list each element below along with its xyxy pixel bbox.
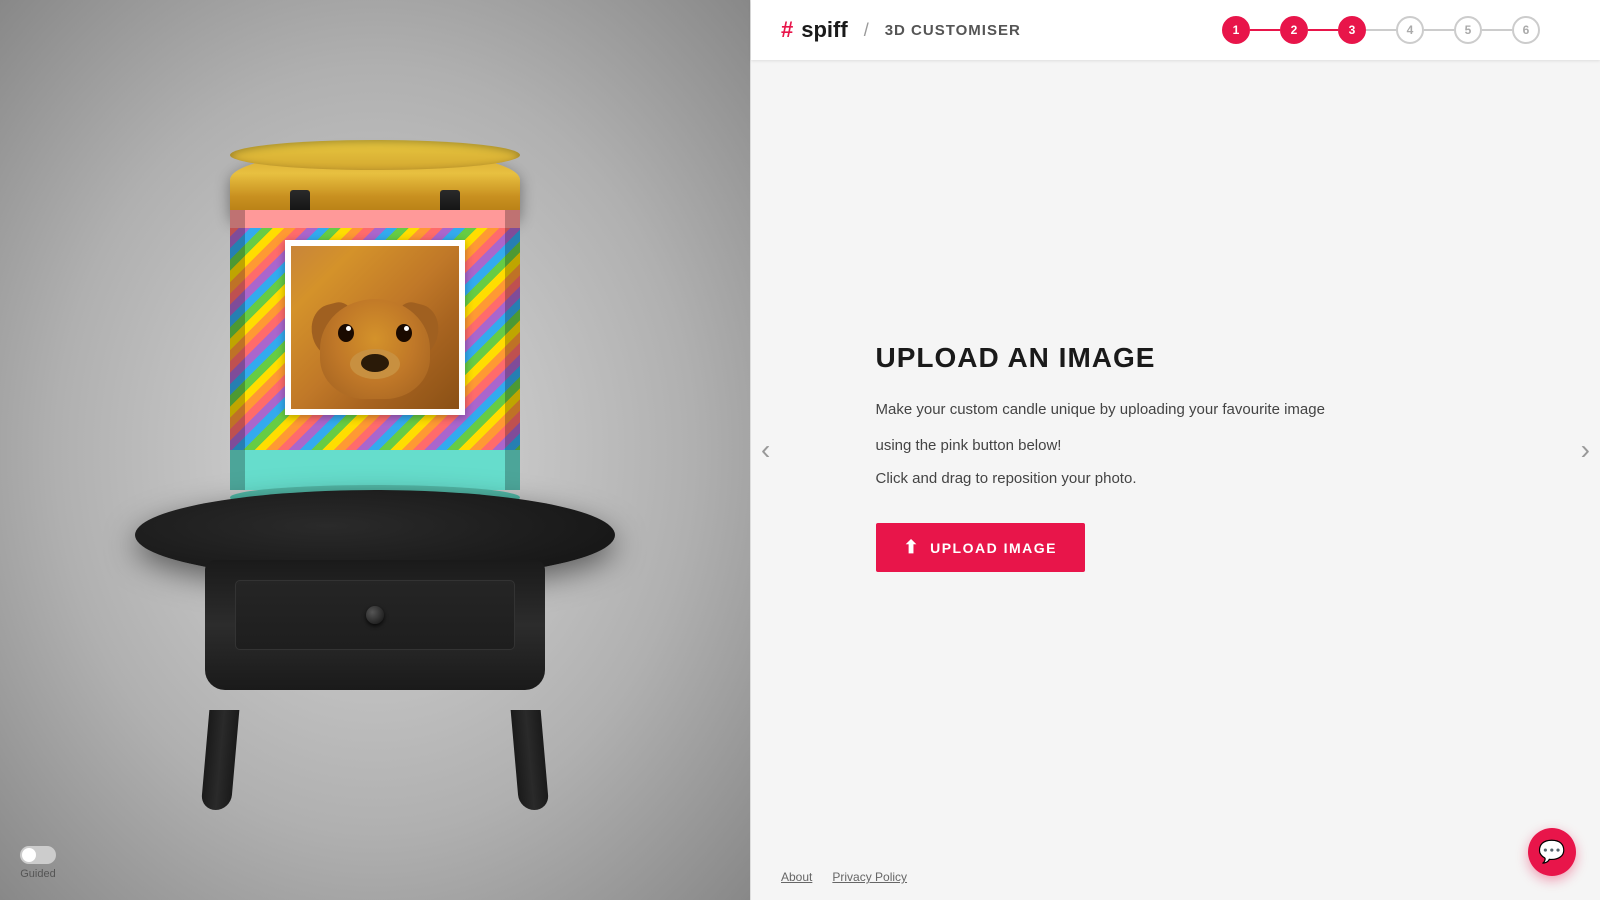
step-circle-4[interactable]: 4	[1396, 16, 1424, 44]
step-circle-2[interactable]: 2	[1280, 16, 1308, 44]
upload-description-line1: Make your custom candle unique by upload…	[876, 398, 1476, 422]
table-knob	[366, 606, 384, 624]
guided-toggle-switch[interactable]	[20, 846, 56, 864]
upload-title: UPLOAD AN IMAGE	[876, 342, 1476, 374]
step-circle-3[interactable]: 3	[1338, 16, 1366, 44]
guided-label: Guided	[20, 868, 55, 880]
guided-toggle[interactable]: Guided	[20, 846, 56, 880]
logo-divider: /	[864, 20, 869, 41]
step-5[interactable]: 5	[1454, 16, 1482, 44]
product-viewer: Guided	[0, 0, 750, 900]
about-link[interactable]: About	[781, 870, 812, 884]
custom-photo-frame	[285, 240, 465, 415]
table-leg-right	[511, 710, 550, 810]
step-circle-1[interactable]: 1	[1222, 16, 1250, 44]
upload-image-button[interactable]: ⬆ UPLOAD IMAGE	[876, 523, 1085, 572]
step-line-3	[1366, 29, 1396, 31]
dog-nose	[361, 354, 389, 372]
footer: About Privacy Policy	[751, 854, 1600, 900]
chat-button[interactable]: 💬	[1528, 828, 1576, 876]
privacy-link[interactable]: Privacy Policy	[832, 870, 907, 884]
step-4[interactable]: 4	[1396, 16, 1424, 44]
custom-photo	[291, 246, 459, 409]
upload-hint: Click and drag to reposition your photo.	[876, 470, 1476, 487]
step-3[interactable]: 3	[1338, 16, 1366, 44]
prev-arrow-button[interactable]: ‹	[751, 424, 780, 476]
step-circle-6[interactable]: 6	[1512, 16, 1540, 44]
table	[125, 430, 625, 810]
dog-face	[310, 289, 440, 409]
table-leg-left	[201, 710, 240, 810]
step-circle-5[interactable]: 5	[1454, 16, 1482, 44]
next-arrow-button[interactable]: ›	[1571, 424, 1600, 476]
toggle-knob	[22, 848, 36, 862]
candle-lid-top	[230, 140, 520, 170]
next-arrow-icon: ›	[1581, 434, 1590, 465]
candle-scene	[100, 90, 650, 810]
app-title: 3D CUSTOMISER	[885, 22, 1021, 39]
dog-eye-right	[396, 324, 412, 342]
upload-section: UPLOAD AN IMAGE Make your custom candle …	[876, 342, 1476, 572]
upload-icon: ⬆	[904, 537, 921, 558]
logo-brand: spiff	[801, 17, 847, 43]
table-drawer-front	[235, 580, 515, 650]
step-line-2	[1308, 29, 1338, 31]
table-drawer-body	[205, 560, 545, 690]
upload-button-label: UPLOAD IMAGE	[930, 540, 1057, 556]
step-line-4	[1424, 29, 1454, 31]
logo: # spiff / 3D CUSTOMISER	[781, 17, 1021, 43]
chat-icon: 💬	[1538, 839, 1565, 865]
main-content: UPLOAD AN IMAGE Make your custom candle …	[751, 60, 1600, 854]
right-panel: # spiff / 3D CUSTOMISER 1 2 3 4 5	[751, 0, 1600, 900]
step-line-1	[1250, 29, 1280, 31]
progress-bar: 1 2 3 4 5 6	[1222, 16, 1540, 44]
step-line-5	[1482, 29, 1512, 31]
dog-eye-left	[338, 324, 354, 342]
prev-arrow-icon: ‹	[761, 434, 770, 465]
step-2[interactable]: 2	[1280, 16, 1308, 44]
candle-pink-band-top	[230, 210, 520, 228]
step-1[interactable]: 1	[1222, 16, 1250, 44]
step-6[interactable]: 6	[1512, 16, 1540, 44]
upload-description-line2: using the pink button below!	[876, 434, 1476, 458]
header: # spiff / 3D CUSTOMISER 1 2 3 4 5	[751, 0, 1600, 60]
logo-hash: #	[781, 17, 793, 43]
